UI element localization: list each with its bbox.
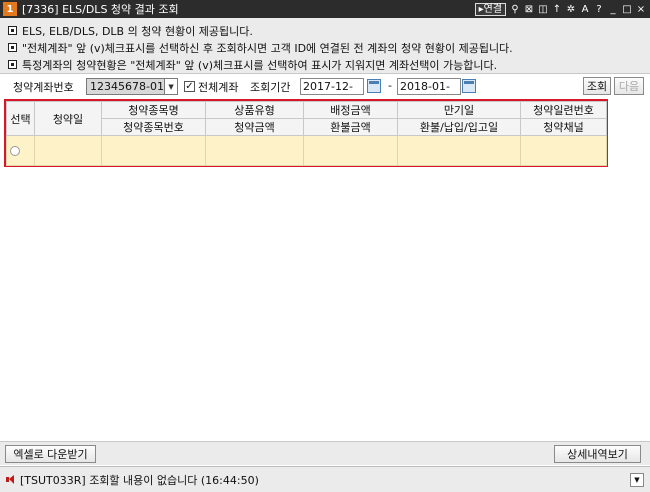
status-bar: [TSUT033R] 조회할 내용이 없습니다 (16:44:50) ▼	[0, 466, 650, 492]
col-header-allocated-amount: 배정금액	[303, 101, 398, 119]
table-cell	[34, 135, 102, 166]
col-header-date: 청약일	[34, 101, 102, 136]
date-separator: -	[388, 79, 392, 92]
row-radio[interactable]	[10, 145, 20, 156]
query-button[interactable]: 조회	[583, 77, 611, 95]
speaker-icon	[6, 475, 15, 484]
results-grid: 선택 청약일 청약종목명 상품유형 배정금액 만기일 청약일련번호 청약종목번호…	[4, 99, 608, 167]
text-size-icon[interactable]: A	[580, 3, 590, 15]
chevron-down-icon[interactable]: ▼	[630, 473, 644, 487]
info-text: ELS, ELB/DLS, DLB 의 청약 현황이 제공됩니다.	[22, 24, 253, 38]
status-message: [TSUT033R] 조회할 내용이 없습니다 (16:44:50)	[20, 473, 259, 487]
info-panel: ELS, ELB/DLS, DLB 의 청약 현황이 제공됩니다. "전체계좌"…	[0, 18, 650, 74]
capture-icon[interactable]: ◫	[538, 3, 548, 15]
search-bar: 청약계좌번호 12345678-01 ▼ ✓ 전체계좌 조회기간 2017-12…	[0, 75, 650, 108]
date-from-input[interactable]: 2017-12-01	[300, 78, 364, 108]
account-value: 12345678-01	[87, 79, 165, 94]
link-button[interactable]: ▸연결	[474, 2, 506, 16]
date-to-input[interactable]: 2018-01-03	[397, 78, 461, 108]
info-line: "전체계좌" 앞 (v)체크표시를 선택하신 후 조회하시면 고객 ID에 연결…	[0, 39, 650, 56]
calendar-icon[interactable]	[367, 79, 381, 93]
help-icon[interactable]: ?	[594, 3, 604, 15]
excel-download-button[interactable]: 엑셀로 다운받기	[5, 445, 96, 463]
table-cell	[101, 135, 206, 166]
col-header-product-type: 상품유형	[205, 101, 304, 119]
account-select[interactable]: 12345678-01 ▼	[86, 78, 178, 95]
period-label: 조회기간	[250, 81, 291, 94]
col-header-refund-amount: 환불금액	[303, 118, 398, 136]
table-cell	[520, 135, 607, 166]
bottom-bar: 엑셀로 다운받기 상세내역보기	[0, 441, 650, 465]
title-bar: 1 [7336] ELS/DLS 청약 결과 조회 ▸연결 ⚲ ⊠ ◫ ↑ ✲ …	[0, 0, 650, 18]
window-number-badge: 1	[3, 2, 17, 16]
results-table: 선택 청약일 청약종목명 상품유형 배정금액 만기일 청약일련번호 청약종목번호…	[6, 101, 607, 166]
minimize-icon[interactable]: _	[608, 3, 618, 15]
col-header-maturity: 만기일	[397, 101, 521, 119]
all-accounts-checkbox[interactable]: ✓	[184, 81, 195, 92]
col-header-select: 선택	[6, 101, 35, 136]
bullet-icon	[8, 26, 17, 35]
table-cell	[397, 135, 521, 166]
info-line: 특정계좌의 청약현황은 "전체계좌" 앞 (v)체크표시를 선택하여 표시가 지…	[0, 56, 650, 73]
info-text: "전체계좌" 앞 (v)체크표시를 선택하신 후 조회하시면 고객 ID에 연결…	[22, 41, 513, 55]
table-row[interactable]	[6, 135, 607, 166]
bullet-icon	[8, 60, 17, 69]
col-header-channel: 청약채널	[520, 118, 607, 136]
account-label: 청약계좌번호	[13, 81, 74, 94]
tile-icon[interactable]: ↑	[552, 3, 562, 15]
asterisk-icon[interactable]: ✲	[566, 3, 576, 15]
title-tools: ▸연결 ⚲ ⊠ ◫ ↑ ✲ A ? _ □ ×	[474, 2, 646, 16]
detail-view-button[interactable]: 상세내역보기	[554, 445, 641, 463]
info-line: ELS, ELB/DLS, DLB 의 청약 현황이 제공됩니다.	[0, 22, 650, 39]
table-cell	[303, 135, 398, 166]
close-icon[interactable]: ×	[636, 3, 646, 15]
col-header-refund-date: 환불/납입/입고일	[397, 118, 521, 136]
bullet-icon	[8, 43, 17, 52]
pin-icon[interactable]: ⚲	[510, 3, 520, 15]
info-text: 특정계좌의 청약현황은 "전체계좌" 앞 (v)체크표시를 선택하여 표시가 지…	[22, 58, 498, 72]
table-cell	[205, 135, 304, 166]
col-header-item-name: 청약종목명	[101, 101, 206, 119]
select-cell[interactable]	[6, 135, 35, 166]
calendar-icon[interactable]	[462, 79, 476, 93]
col-header-serial: 청약일련번호	[520, 101, 607, 119]
window-title: [7336] ELS/DLS 청약 결과 조회	[22, 3, 179, 16]
col-header-item-code: 청약종목번호	[101, 118, 206, 136]
maximize-icon[interactable]: □	[622, 3, 632, 15]
col-header-subscription-amount: 청약금액	[205, 118, 304, 136]
print-icon[interactable]: ⊠	[524, 3, 534, 15]
grid-area: 선택 청약일 청약종목명 상품유형 배정금액 만기일 청약일련번호 청약종목번호…	[0, 97, 650, 441]
chevron-down-icon[interactable]: ▼	[164, 79, 177, 94]
next-button[interactable]: 다음	[614, 77, 644, 95]
all-accounts-label: 전체계좌	[198, 81, 239, 94]
